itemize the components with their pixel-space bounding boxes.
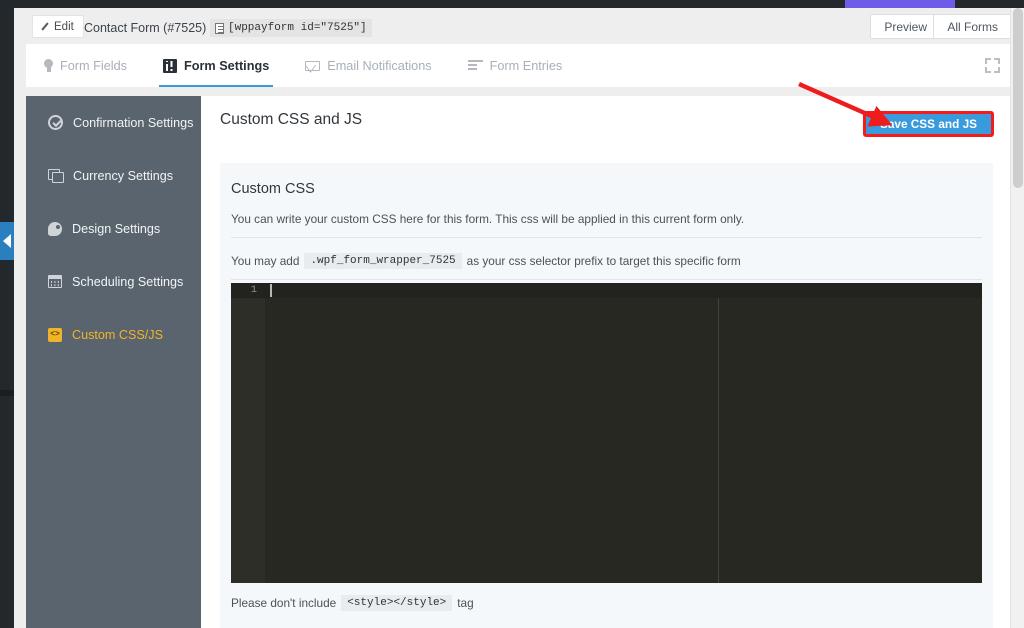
sidebar-item-label: Custom CSS/JS <box>72 328 163 342</box>
page-scrollbar-track[interactable] <box>1010 8 1024 628</box>
custom-css-card: Custom CSS You can write your custom CSS… <box>220 163 993 628</box>
palette-icon <box>48 222 62 236</box>
editor-print-margin-ruler <box>718 298 719 583</box>
form-title: Contact Form (#7525) <box>84 21 206 35</box>
selector-hint-before: You may add <box>231 254 299 268</box>
wp-admin-rail <box>0 8 14 628</box>
sliders-icon <box>163 59 177 73</box>
tab-email-notifications-label: Email Notifications <box>327 59 431 73</box>
all-forms-button[interactable]: All Forms <box>933 14 1012 39</box>
style-note-before: Please don't include <box>231 596 336 610</box>
sidebar-item-currency-settings[interactable]: Currency Settings <box>26 149 201 202</box>
expand-corner-bottom-left <box>985 67 991 73</box>
card-divider-bottom <box>231 279 982 280</box>
sidebar-item-scheduling-settings[interactable]: Scheduling Settings <box>26 255 201 308</box>
custom-css-heading: Custom CSS <box>231 181 315 197</box>
editor-text-caret <box>270 284 272 297</box>
style-tag-note: Please don't include <style></style> tag <box>231 595 474 611</box>
main-content: Custom CSS and JS Save CSS and JS Custom… <box>201 96 1024 628</box>
edit-button-label: Edit <box>54 21 74 33</box>
preview-button[interactable]: Preview <box>870 14 941 39</box>
shortcode-text: [wppayform id="7525"] <box>228 22 367 34</box>
copy-document-icon[interactable] <box>215 23 224 34</box>
bulb-icon <box>44 59 53 72</box>
sidebar-item-design-settings[interactable]: Design Settings <box>26 202 201 255</box>
sidebar-item-custom-css-js[interactable]: <> Custom CSS/JS <box>26 308 201 361</box>
expand-corner-top-right <box>994 58 1000 64</box>
app-screenshot: Edit Contact Form (#7525) [wppayform id=… <box>0 0 1024 628</box>
collapse-menu-arrow-icon[interactable] <box>0 222 15 260</box>
wp-rail-seam <box>0 390 14 396</box>
style-note-after: tag <box>457 596 473 610</box>
tab-form-entries[interactable]: Form Entries <box>450 44 581 87</box>
tab-form-entries-label: Form Entries <box>490 59 563 73</box>
tab-form-fields-label: Form Fields <box>60 59 127 73</box>
sidebar-item-confirmation-settings[interactable]: Confirmation Settings <box>26 96 201 149</box>
style-tag-chip: <style></style> <box>341 595 452 611</box>
editor-active-line-highlight <box>231 283 982 298</box>
editor-line-number-gutter <box>231 283 265 583</box>
shortcode-chip[interactable]: [wppayform id="7525"] <box>210 19 372 37</box>
check-circle-icon <box>48 115 63 130</box>
list-icon <box>468 60 483 71</box>
pencil-icon <box>42 22 51 31</box>
browser-active-tab-indicator <box>845 0 955 8</box>
card-divider-top <box>231 237 982 238</box>
sidebar-item-label: Confirmation Settings <box>73 116 193 130</box>
form-header-bar: Edit Contact Form (#7525) [wppayform id=… <box>14 8 1024 44</box>
selector-hint-after: as your css selector prefix to target th… <box>467 254 741 268</box>
selector-hint-row: You may add .wpf_form_wrapper_7525 as yo… <box>231 253 741 269</box>
save-css-and-js-button[interactable]: Save CSS and JS <box>863 111 994 137</box>
edit-button[interactable]: Edit <box>32 15 84 38</box>
calendar-icon <box>48 275 62 288</box>
settings-sidebar: Confirmation Settings Currency Settings … <box>26 96 201 628</box>
code-icon: <> <box>48 328 62 342</box>
expand-corner-bottom-right <box>994 67 1000 73</box>
tab-list: Form Fields Form Settings Email Notifica… <box>26 44 580 87</box>
expand-arrows-icon[interactable] <box>985 58 1000 73</box>
tab-form-settings[interactable]: Form Settings <box>145 44 287 87</box>
selector-code-chip: .wpf_form_wrapper_7525 <box>304 253 461 269</box>
editor-line-number: 1 <box>231 284 257 296</box>
page-scrollbar-thumb[interactable] <box>1013 8 1023 188</box>
form-tab-strip: Form Fields Form Settings Email Notifica… <box>26 44 1024 87</box>
tab-email-notifications[interactable]: Email Notifications <box>287 44 449 87</box>
expand-corner-top-left <box>985 58 991 64</box>
sidebar-item-label: Currency Settings <box>73 169 173 183</box>
sidebar-item-label: Scheduling Settings <box>72 275 183 289</box>
currency-icon <box>48 169 63 182</box>
page-title: Custom CSS and JS <box>220 111 362 129</box>
tab-form-fields[interactable]: Form Fields <box>26 44 145 87</box>
custom-css-code-editor[interactable]: 1 <box>231 283 982 583</box>
tab-form-settings-label: Form Settings <box>184 59 269 73</box>
custom-css-description: You can write your custom CSS here for t… <box>231 212 744 226</box>
envelope-icon <box>305 61 320 71</box>
sidebar-item-label: Design Settings <box>72 222 160 236</box>
